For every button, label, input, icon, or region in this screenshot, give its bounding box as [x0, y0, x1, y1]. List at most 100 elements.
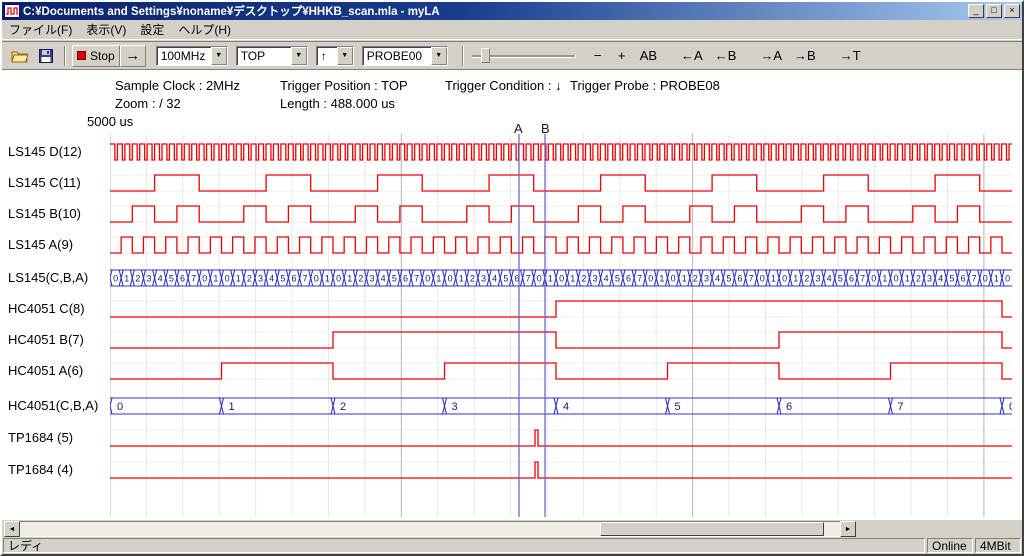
signal-trace — [110, 237, 1012, 253]
signal-trace — [110, 144, 1012, 160]
app-icon — [4, 4, 20, 18]
horizontal-scrollbar[interactable]: ◄ ► — [4, 521, 856, 537]
open-button[interactable] — [6, 45, 34, 67]
stop-button-label: Stop — [90, 49, 115, 63]
chevron-down-icon[interactable]: ▼ — [211, 47, 227, 65]
trigger-position-info: Trigger Position : TOP — [280, 78, 408, 93]
goto-marker-a-button[interactable]: ←A — [675, 45, 709, 67]
set-marker-a-button[interactable]: →A — [754, 45, 788, 67]
sample-clock-value: 100MHz — [157, 49, 211, 63]
bus-value: 3 — [593, 274, 598, 284]
bus-value: 1 — [793, 274, 798, 284]
bus-value: 3 — [452, 401, 458, 413]
bus-value: 7 — [860, 274, 865, 284]
chevron-down-icon[interactable]: ▼ — [337, 47, 353, 65]
set-marker-b-button[interactable]: →B — [788, 45, 822, 67]
toolbar-separator — [64, 46, 66, 66]
signal-trace — [110, 462, 1012, 478]
titlebar: C:¥Documents and Settings¥noname¥デスクトップ¥… — [2, 2, 1022, 20]
channel-label[interactable]: LS145 C(11) — [8, 175, 81, 191]
maximize-button[interactable]: □ — [986, 4, 1002, 18]
toolbar: Stop → 100MHz ▼ TOP ▼ ↑ ▼ PROBE00 ▼ − + … — [2, 41, 1022, 70]
scrollbar-track[interactable] — [20, 521, 840, 537]
bus-value: 2 — [247, 274, 252, 284]
menu-file[interactable]: ファイル(F) — [2, 19, 79, 40]
bus-value: 3 — [147, 274, 152, 284]
bus-value: 0 — [537, 274, 542, 284]
scroll-left-icon[interactable]: ◄ — [4, 521, 20, 537]
chevron-down-icon[interactable]: ▼ — [291, 47, 307, 65]
save-button[interactable] — [34, 45, 58, 67]
bus-value: 1 — [994, 274, 999, 284]
channel-label[interactable]: LS145(C,B,A) — [8, 270, 88, 286]
stop-button[interactable]: Stop — [72, 45, 120, 67]
waveform-plot[interactable]: 0123456701012345670101234567010123456701… — [110, 134, 1012, 517]
channel-label[interactable]: HC4051 A(6) — [8, 363, 83, 379]
toolbar-separator — [462, 46, 464, 66]
bus-value: 4 — [604, 274, 609, 284]
chevron-down-icon[interactable]: ▼ — [431, 47, 447, 65]
menu-help[interactable]: ヘルプ(H) — [171, 19, 238, 40]
goto-marker-b-button[interactable]: ←B — [709, 45, 743, 67]
bus-value: 0 — [894, 274, 899, 284]
trigger-probe-select[interactable]: PROBE00 ▼ — [362, 46, 448, 66]
bus-value: 0 — [871, 274, 876, 284]
trigger-position-select[interactable]: TOP ▼ — [236, 46, 308, 66]
timebase-label: 5000 us — [87, 114, 133, 129]
minimize-button[interactable]: _ — [968, 4, 984, 18]
bus-value: 1 — [229, 401, 235, 413]
bus-value: 5 — [726, 274, 731, 284]
bus-value: 0 — [314, 274, 319, 284]
channel-label[interactable]: LS145 A(9) — [8, 237, 73, 253]
bus-value: 3 — [927, 274, 932, 284]
scroll-right-icon[interactable]: ► — [840, 521, 856, 537]
bus-value: 6 — [291, 274, 296, 284]
bus-value: 0 — [113, 274, 118, 284]
close-button[interactable]: × — [1004, 4, 1020, 18]
goto-trigger-button[interactable]: →T — [834, 45, 867, 67]
bus-value: 5 — [280, 274, 285, 284]
trigger-position-value: TOP — [237, 49, 291, 63]
trigger-edge-select[interactable]: ↑ ▼ — [316, 46, 354, 66]
zoom-slider-thumb[interactable] — [481, 48, 490, 63]
scrollbar-thumb[interactable] — [600, 522, 824, 536]
channel-label[interactable]: LS145 B(10) — [8, 206, 81, 222]
channel-label[interactable]: HC4051 B(7) — [8, 332, 84, 348]
bus-value: 6 — [403, 274, 408, 284]
channel-label[interactable]: LS145 D(12) — [8, 144, 82, 160]
signal-trace — [110, 430, 1012, 446]
bus-value: 1 — [347, 274, 352, 284]
menu-view[interactable]: 表示(V) — [79, 19, 133, 40]
zoom-slider[interactable] — [472, 46, 576, 66]
bus-value: 1 — [682, 274, 687, 284]
trigger-edge-value: ↑ — [317, 49, 337, 63]
channel-label[interactable]: HC4051 C(8) — [8, 301, 85, 317]
fit-ab-button[interactable]: AB — [634, 45, 663, 67]
bus-value: 1 — [436, 274, 441, 284]
channel-label[interactable]: TP1684 (5) — [8, 430, 73, 446]
bus-value: 1 — [124, 274, 129, 284]
zoom-out-button[interactable]: − — [586, 45, 610, 67]
sample-clock-select[interactable]: 100MHz ▼ — [156, 46, 228, 66]
bus-value: 1 — [459, 274, 464, 284]
bus-value: 0 — [671, 274, 676, 284]
bus-value: 1 — [548, 274, 553, 284]
menu-settings[interactable]: 設定 — [133, 19, 171, 40]
channel-label[interactable]: TP1684 (4) — [8, 462, 73, 478]
stop-icon — [77, 51, 86, 60]
channel-label[interactable]: HC4051(C,B,A) — [8, 398, 98, 414]
bus-value: 1 — [213, 274, 218, 284]
bus-value: 2 — [470, 274, 475, 284]
bus-value: 0 — [448, 274, 453, 284]
run-button[interactable]: → — [120, 45, 146, 67]
length-info: Length : 488.000 us — [280, 96, 395, 111]
zoom-in-button[interactable]: + — [610, 45, 634, 67]
bus-value: 2 — [916, 274, 921, 284]
statusbar: レディ Online 4MBit — [2, 537, 1022, 554]
bus-value: 1 — [882, 274, 887, 284]
bus-value: 3 — [258, 274, 263, 284]
signal-trace — [110, 301, 1012, 317]
window-title: C:¥Documents and Settings¥noname¥デスクトップ¥… — [23, 3, 968, 19]
bus-value: 7 — [972, 274, 977, 284]
bus-value: 5 — [675, 401, 681, 413]
